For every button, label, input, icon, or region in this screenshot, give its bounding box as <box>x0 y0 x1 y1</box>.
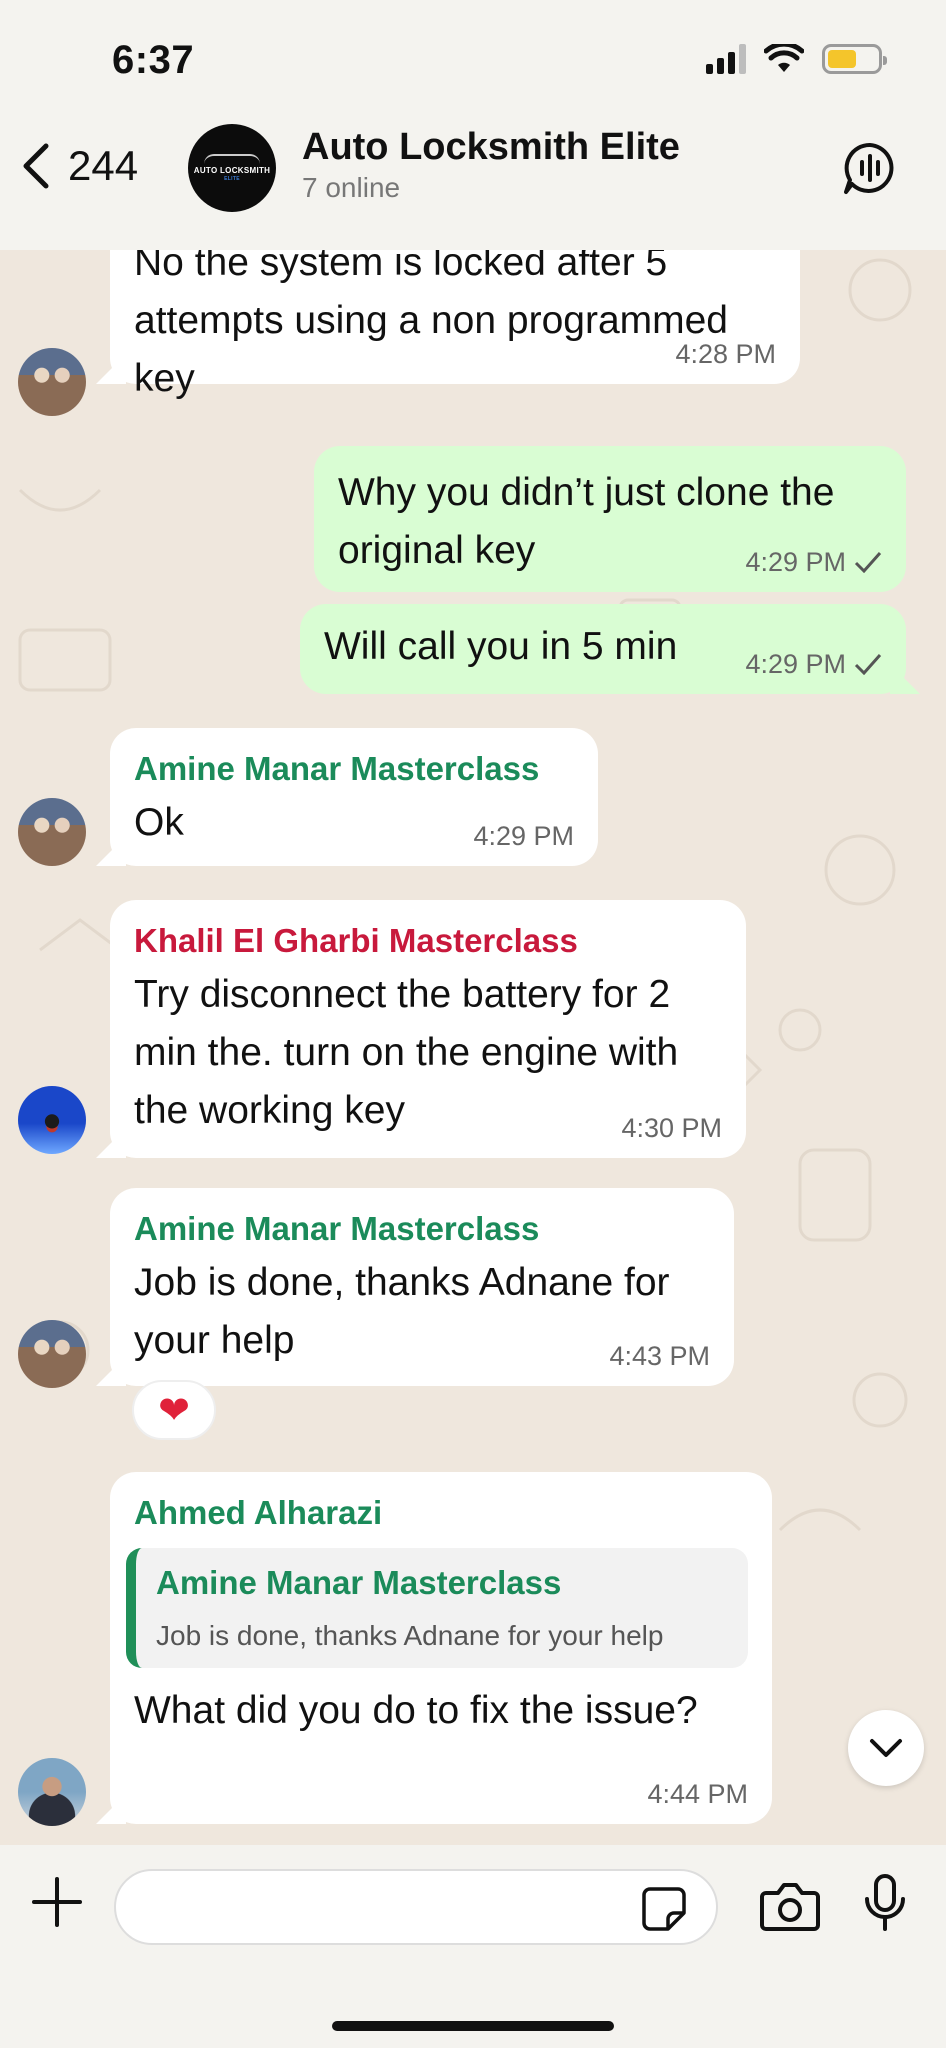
signal-icon <box>706 44 746 74</box>
message-text: What did you do to fix the issue? <box>134 1689 698 1732</box>
avatar-logo-subtext: ELITE <box>224 176 240 182</box>
checkmark-icon <box>854 552 882 573</box>
message-time: 4:29 PM <box>745 649 846 679</box>
quoted-sender: Amine Manar Masterclass <box>156 1564 562 1601</box>
chevron-left-icon <box>23 143 49 189</box>
message-bubble[interactable]: Why you didn’t just clone the original k… <box>314 446 906 592</box>
heart-reaction[interactable]: ❤ <box>132 1380 216 1440</box>
camera-icon[interactable] <box>760 1879 820 1933</box>
message-bubble[interactable]: Will call you in 5 min 4:29 PM <box>300 604 906 694</box>
microphone-icon[interactable] <box>862 1873 908 1933</box>
message-bubble[interactable]: Amine Manar Masterclass Ok 4:29 PM <box>110 728 598 866</box>
sender-name[interactable]: Ahmed Alharazi <box>134 1490 748 1536</box>
home-indicator <box>332 2021 614 2031</box>
message-bubble[interactable]: Ahmed Alharazi Amine Manar Masterclass J… <box>110 1472 772 1824</box>
voice-chat-icon[interactable] <box>842 140 898 196</box>
message-bubble[interactable]: Khalil El Gharbi Masterclass Try disconn… <box>110 900 746 1158</box>
avatar[interactable] <box>18 1758 86 1826</box>
quoted-text: Job is done, thanks Adnane for your help <box>156 1620 664 1651</box>
back-button[interactable]: 244 <box>18 136 138 196</box>
chevron-down-icon <box>870 1739 902 1757</box>
online-count: 7 online <box>302 172 401 203</box>
status-icons <box>706 44 887 74</box>
group-avatar[interactable]: AUTO LOCKSMITH ELITE <box>188 124 276 212</box>
message-time: 4:29 PM <box>473 821 574 851</box>
checkmark-icon <box>854 654 882 675</box>
avatar-logo-text: AUTO LOCKSMITH <box>193 166 271 175</box>
chat-title[interactable]: Auto Locksmith Elite <box>302 126 680 169</box>
avatar[interactable] <box>18 1086 86 1154</box>
message-time: 4:28 PM <box>675 339 776 369</box>
quoted-message[interactable]: Amine Manar Masterclass Job is done, tha… <box>126 1548 748 1668</box>
message-time: 4:30 PM <box>621 1113 722 1143</box>
status-time: 6:37 <box>112 38 195 82</box>
battery-icon <box>822 44 887 74</box>
sticker-icon[interactable] <box>640 1885 688 1933</box>
message-bubble[interactable]: Amine Manar Masterclass Job is done, tha… <box>110 1188 734 1386</box>
sender-name[interactable]: Khalil El Gharbi Masterclass <box>134 918 722 964</box>
avatar[interactable] <box>18 798 86 866</box>
message-time: 4:44 PM <box>647 1779 748 1809</box>
message-time: 4:43 PM <box>609 1341 710 1371</box>
chat-header: 6:37 244 AUTO LOCKSMITH ELITE Auto Locks… <box>0 0 946 250</box>
avatar[interactable] <box>18 348 86 416</box>
scroll-to-bottom-button[interactable] <box>848 1710 924 1786</box>
message-status: 4:29 PM <box>745 648 882 680</box>
message-list[interactable]: No the system is locked after 5 attempts… <box>0 250 946 1845</box>
sender-name[interactable]: Amine Manar Masterclass <box>134 1206 710 1252</box>
message-time: 4:29 PM <box>745 547 846 577</box>
message-composer <box>0 1845 946 2048</box>
unread-count: 244 <box>68 142 139 189</box>
message-status: 4:29 PM <box>745 546 882 578</box>
message-bubble[interactable]: No the system is locked after 5 attempts… <box>110 250 800 400</box>
avatar[interactable] <box>18 1320 86 1388</box>
message-text: No the system is locked after 5 attempts… <box>134 250 728 400</box>
sender-name[interactable]: Amine Manar Masterclass <box>134 746 574 792</box>
wifi-icon <box>764 44 804 72</box>
plus-icon[interactable] <box>30 1875 84 1929</box>
message-input[interactable] <box>114 1869 718 1945</box>
